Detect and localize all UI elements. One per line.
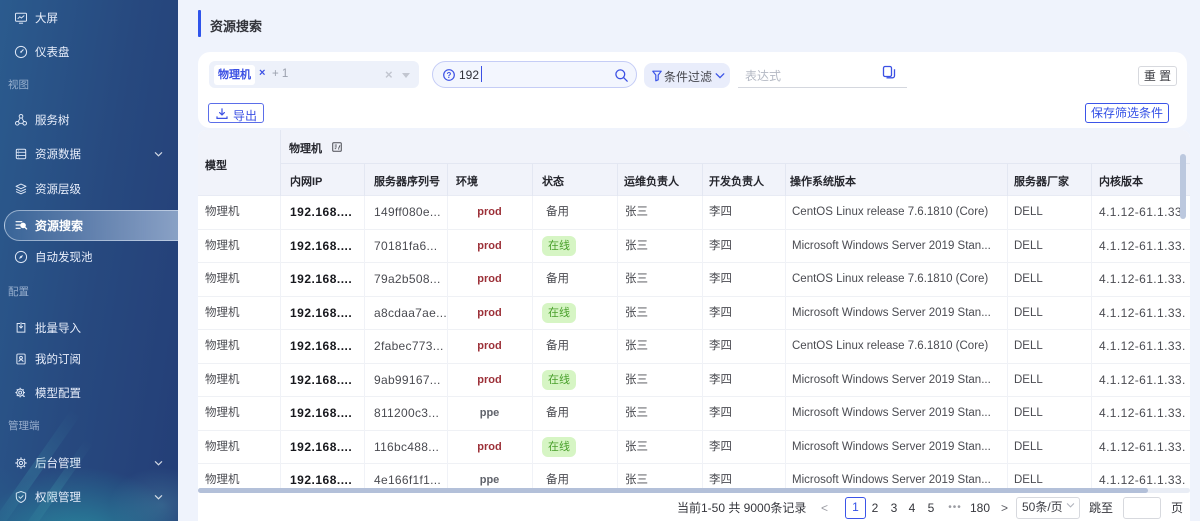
svg-text:?: ? xyxy=(447,70,452,79)
